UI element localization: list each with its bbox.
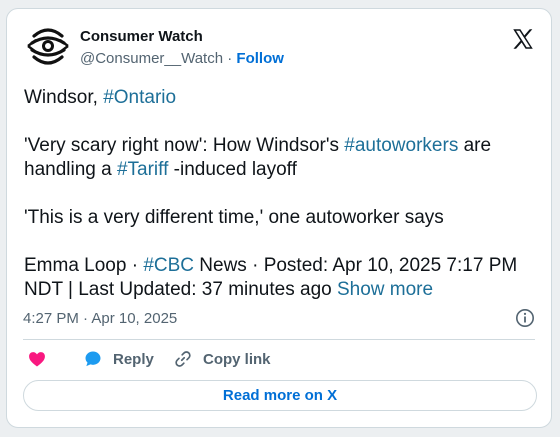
hashtag-tariff[interactable]: #Tariff [117,159,168,180]
tweet-text: Windsor, #Ontario 'Very scary right now'… [24,86,536,302]
handle-row: @Consumer__Watch · Follow [80,50,284,67]
follow-link[interactable]: Follow [236,50,284,67]
hashtag-autoworkers[interactable]: #autoworkers [344,135,458,156]
copy-link-button[interactable]: Copy link [173,349,271,369]
headline-part3: -induced layoff [168,159,297,180]
link-icon [175,351,191,367]
separator-dot: · [227,50,233,67]
avatar[interactable] [24,22,72,70]
tweet-line-byline: Emma Loop · #CBC News · Posted: Apr 10, … [24,254,536,302]
show-more-link[interactable]: Show more [337,279,433,300]
tweet-line-headline: 'Very scary right now': How Windsor's #a… [24,134,536,182]
headline-part1: 'Very scary right now': How Windsor's [24,135,345,156]
tweet-line-quote: 'This is a very different time,' one aut… [24,207,444,228]
consumer-watch-logo-icon [27,28,69,65]
reply-button[interactable]: Reply [83,349,154,369]
x-logo-icon[interactable] [510,26,536,52]
location-text: Windsor, [24,87,104,108]
like-button[interactable] [27,349,47,369]
tweet-timestamp[interactable]: 4:27 PM · Apr 10, 2025 [23,310,177,327]
reply-bubble-icon [85,351,101,367]
tweet-card: Consumer Watch @Consumer__Watch · Follow… [6,8,552,428]
byline-part1: Emma Loop · [24,255,144,276]
author-name[interactable]: Consumer Watch [80,28,203,45]
divider [23,339,535,340]
reply-label: Reply [113,350,154,368]
hashtag-ontario[interactable]: #Ontario [103,87,176,108]
heart-icon [29,352,45,367]
copy-link-label: Copy link [203,350,271,368]
author-handle[interactable]: @Consumer__Watch [80,50,223,67]
info-icon[interactable] [515,308,535,328]
hashtag-cbc[interactable]: #CBC [143,255,194,276]
tweet-line-location: Windsor, #Ontario [24,86,536,110]
read-more-button[interactable]: Read more on X [23,380,537,411]
